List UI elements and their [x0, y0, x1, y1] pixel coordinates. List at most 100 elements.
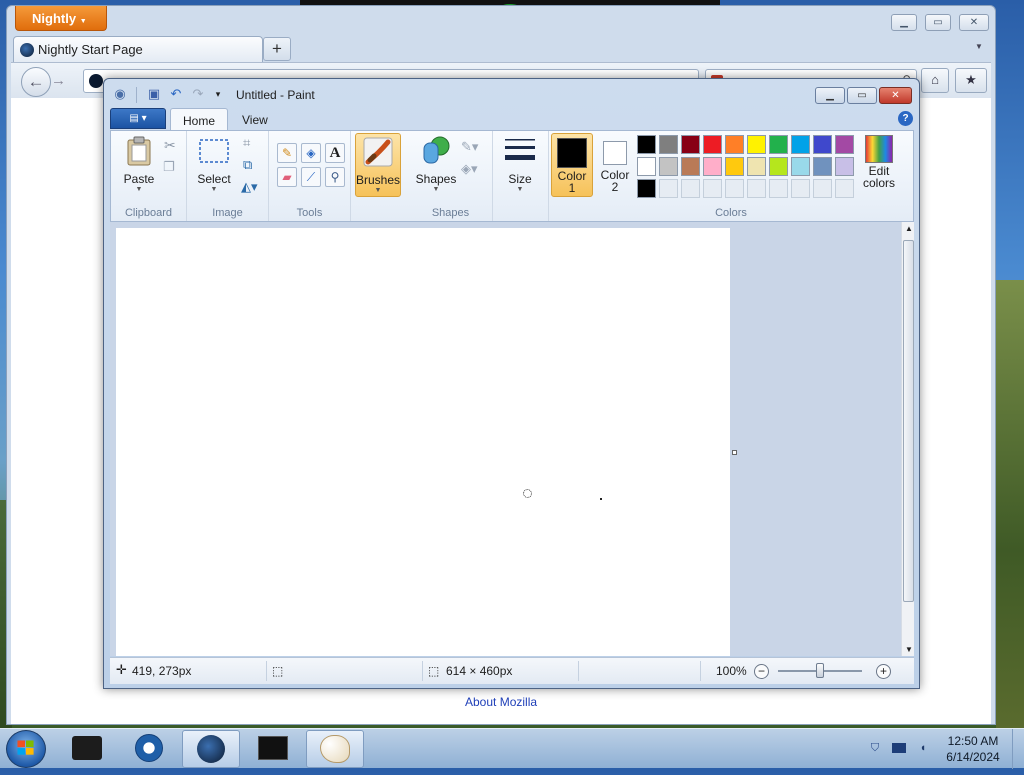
- taskbar-terminal[interactable]: [244, 730, 302, 768]
- select-button[interactable]: Select ▼: [193, 135, 235, 193]
- palette-swatch[interactable]: [659, 135, 678, 154]
- text-tool-icon[interactable]: A: [325, 143, 345, 163]
- home-button[interactable]: ⌂: [921, 68, 949, 93]
- palette-swatch[interactable]: [637, 157, 656, 176]
- security-shield-icon[interactable]: ⛉: [868, 741, 882, 755]
- taskbar-media-player[interactable]: [120, 730, 178, 768]
- show-desktop-button[interactable]: [1012, 729, 1024, 769]
- palette-swatch[interactable]: [835, 135, 854, 154]
- scrollbar-thumb[interactable]: [903, 240, 914, 602]
- custom-color-slot[interactable]: [681, 179, 700, 198]
- system-clock[interactable]: 12:50 AM 6/14/2024: [938, 733, 1008, 765]
- cut-icon[interactable]: ✂: [164, 137, 176, 154]
- nightly-menu-button[interactable]: Nightly ▼: [15, 6, 107, 31]
- undo-icon[interactable]: ↶: [168, 86, 184, 102]
- palette-swatch[interactable]: [703, 135, 722, 154]
- about-mozilla-link[interactable]: About Mozilla: [465, 695, 537, 709]
- shapes-button[interactable]: Shapes ▼: [413, 135, 459, 193]
- paint-file-menu-button[interactable]: ▤ ▾: [110, 108, 166, 129]
- palette-swatch[interactable]: [637, 179, 656, 198]
- canvas-dot: [600, 498, 602, 500]
- shape-fill-icon[interactable]: ◈▾: [461, 161, 478, 177]
- network-icon[interactable]: [892, 743, 906, 753]
- taskbar-nightly[interactable]: [182, 730, 240, 768]
- vertical-scrollbar[interactable]: ▲ ▼: [901, 222, 914, 656]
- taskbar-paint[interactable]: [306, 730, 364, 768]
- magnifier-icon[interactable]: ⚲: [325, 167, 345, 187]
- palette-swatch[interactable]: [769, 135, 788, 154]
- paint-minimize-button[interactable]: ▁: [815, 87, 845, 104]
- forward-button[interactable]: →: [51, 72, 73, 92]
- custom-color-slot[interactable]: [747, 179, 766, 198]
- custom-color-slot[interactable]: [813, 179, 832, 198]
- pencil-icon[interactable]: ✎: [277, 143, 297, 163]
- eraser-icon[interactable]: ▰: [277, 167, 297, 187]
- custom-color-slot[interactable]: [703, 179, 722, 198]
- paint-maximize-button[interactable]: ▭: [847, 87, 877, 104]
- zoom-slider-thumb[interactable]: [816, 663, 824, 678]
- bookmarks-button[interactable]: ★: [955, 68, 987, 93]
- tab-home[interactable]: Home: [170, 108, 229, 131]
- brushes-button[interactable]: Brushes ▼: [355, 133, 401, 197]
- palette-swatch[interactable]: [725, 135, 744, 154]
- palette-swatch[interactable]: [681, 157, 700, 176]
- browser-close-button[interactable]: ✕: [959, 14, 989, 31]
- drawing-canvas[interactable]: [116, 228, 730, 656]
- tab-view[interactable]: View: [230, 108, 280, 131]
- shapes-label: Shapes: [415, 172, 457, 186]
- custom-color-slot[interactable]: [725, 179, 744, 198]
- fill-icon[interactable]: ◈: [301, 143, 321, 163]
- palette-swatch[interactable]: [681, 135, 700, 154]
- custom-color-slot[interactable]: [659, 179, 678, 198]
- palette-swatch[interactable]: [637, 135, 656, 154]
- palette-swatch[interactable]: [791, 135, 810, 154]
- resize-icon[interactable]: ⧉: [243, 157, 252, 173]
- paint-close-button[interactable]: ✕: [879, 87, 912, 104]
- help-icon[interactable]: ?: [898, 111, 913, 126]
- canvas-resize-handle-right[interactable]: [732, 450, 737, 455]
- customize-qat-icon[interactable]: ▾: [210, 86, 226, 102]
- palette-swatch[interactable]: [813, 135, 832, 154]
- color2-button[interactable]: Color 2: [595, 133, 635, 197]
- zoom-in-icon[interactable]: +: [876, 664, 891, 679]
- palette-swatch[interactable]: [813, 157, 832, 176]
- tab-list-icon[interactable]: ▼: [975, 42, 983, 51]
- scroll-up-icon[interactable]: ▲: [905, 224, 913, 233]
- crop-icon[interactable]: ⌗: [243, 135, 250, 151]
- outline-icon[interactable]: ✎▾: [461, 139, 478, 155]
- custom-color-slot[interactable]: [835, 179, 854, 198]
- palette-swatch[interactable]: [747, 135, 766, 154]
- back-button[interactable]: ←: [21, 67, 51, 97]
- zoom-out-icon[interactable]: −: [754, 664, 769, 679]
- paste-button[interactable]: Paste ▼: [117, 135, 161, 193]
- start-button[interactable]: [6, 730, 46, 768]
- custom-color-slot[interactable]: [769, 179, 788, 198]
- copy-icon[interactable]: ❐: [163, 159, 175, 175]
- palette-swatch[interactable]: [659, 157, 678, 176]
- save-icon[interactable]: ▣: [146, 86, 162, 102]
- browser-minimize-button[interactable]: ▁: [891, 14, 917, 31]
- tab-nightly-start-page[interactable]: Nightly Start Page: [13, 36, 263, 62]
- color2-swatch: [603, 141, 627, 165]
- browser-maximize-button[interactable]: ▭: [925, 14, 951, 31]
- cursor-position-icon: ✛: [116, 662, 127, 677]
- rotate-icon[interactable]: ◭▾: [241, 179, 258, 195]
- taskbar-file-explorer[interactable]: [58, 730, 116, 768]
- custom-color-slot[interactable]: [791, 179, 810, 198]
- palette-swatch[interactable]: [791, 157, 810, 176]
- color-picker-icon[interactable]: ⟋: [301, 167, 321, 187]
- palette-swatch[interactable]: [703, 157, 722, 176]
- color1-button[interactable]: Color 1: [551, 133, 593, 197]
- palette-swatch[interactable]: [747, 157, 766, 176]
- new-tab-button[interactable]: +: [263, 37, 291, 61]
- redo-icon[interactable]: ↷: [190, 86, 206, 102]
- volume-icon[interactable]: ◖: [916, 741, 930, 755]
- palette-swatch[interactable]: [835, 157, 854, 176]
- size-button[interactable]: Size ▼: [499, 135, 541, 193]
- scroll-down-icon[interactable]: ▼: [905, 645, 913, 654]
- edit-colors-button[interactable]: Edit colors: [855, 133, 903, 189]
- palette-swatch[interactable]: [769, 157, 788, 176]
- palette-swatch[interactable]: [725, 157, 744, 176]
- paint-app-icon[interactable]: ◉: [112, 86, 128, 102]
- nightly-label: Nightly: [32, 11, 77, 26]
